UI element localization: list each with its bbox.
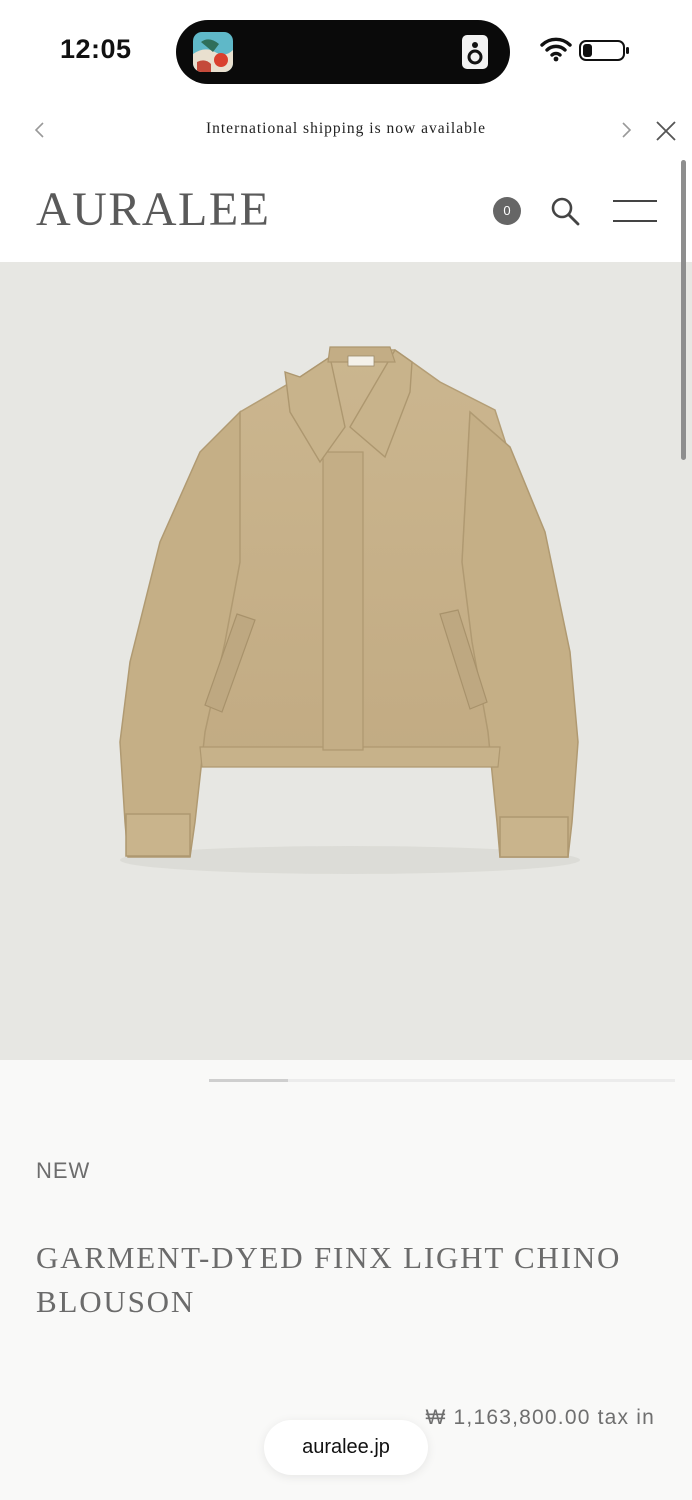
close-icon[interactable] bbox=[655, 120, 677, 142]
announcement-bar: International shipping is now available bbox=[0, 100, 692, 162]
announcement-text[interactable]: International shipping is now available bbox=[0, 120, 692, 138]
site-header: AURALEE 0 bbox=[0, 162, 692, 262]
speaker-icon bbox=[462, 35, 488, 69]
dynamic-island[interactable] bbox=[176, 20, 510, 84]
now-playing-app-icon[interactable] bbox=[193, 32, 233, 72]
search-icon[interactable] bbox=[549, 195, 581, 227]
cart-count-badge[interactable]: 0 bbox=[493, 197, 521, 225]
hamburger-menu-icon[interactable] bbox=[613, 200, 657, 222]
product-image[interactable] bbox=[0, 262, 692, 1060]
status-time: 12:05 bbox=[60, 34, 132, 64]
jacket-image bbox=[119, 346, 580, 874]
browser-url-pill[interactable]: auralee.jp bbox=[264, 1420, 428, 1475]
status-icons bbox=[540, 36, 632, 64]
product-title: GARMENT-DYED FINX LIGHT CHINO BLOUSON bbox=[36, 1240, 622, 1319]
chevron-right-icon[interactable] bbox=[618, 120, 634, 140]
brand-logo[interactable]: AURALEE bbox=[36, 182, 270, 237]
product-price: ₩ 1,163,800.00 tax in bbox=[425, 1406, 655, 1429]
battery-icon bbox=[579, 40, 629, 61]
wifi-icon bbox=[540, 37, 572, 62]
status-bar: 12:05 bbox=[0, 0, 692, 100]
page-scrollbar[interactable] bbox=[681, 160, 686, 460]
carousel-progress bbox=[209, 1079, 675, 1082]
new-badge: NEW bbox=[36, 1158, 91, 1183]
carousel-progress-fill bbox=[209, 1079, 289, 1082]
